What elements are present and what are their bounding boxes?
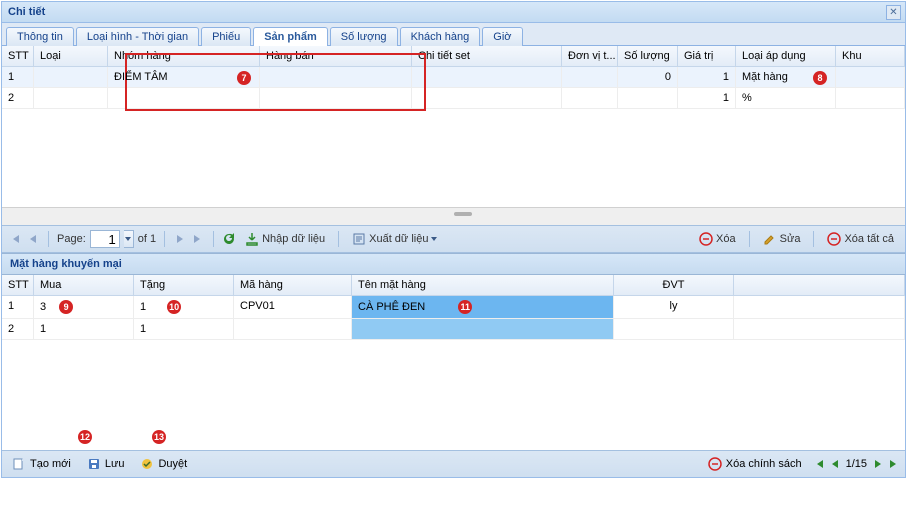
tab-khach-hang[interactable]: Khách hàng	[400, 27, 481, 46]
tab-thong-tin[interactable]: Thông tin	[6, 27, 74, 46]
delete-all-button[interactable]: Xóa tất cả	[822, 229, 899, 249]
table-row[interactable]: 2 1 %	[2, 88, 905, 109]
col2-dvt[interactable]: ĐVT	[614, 275, 734, 295]
col-don-vi[interactable]: Đơn vị t...	[562, 46, 618, 66]
pencil-icon	[763, 232, 777, 246]
col-so-luong[interactable]: Số lượng	[618, 46, 678, 66]
annotation-badge-8: 8	[813, 71, 827, 85]
col-loai-ap-dung[interactable]: Loại áp dụng	[736, 46, 836, 66]
col-stt[interactable]: STT	[2, 46, 34, 66]
grid1-header: STT Loại Nhóm hàng Hàng bán Chi tiết set…	[2, 46, 905, 67]
approve-icon	[140, 457, 154, 471]
titlebar: Chi tiết ✕	[2, 2, 905, 23]
of-label: of 1	[138, 233, 156, 245]
new-icon	[12, 457, 26, 471]
first-page-icon[interactable]	[8, 232, 22, 246]
tab-loai-hinh[interactable]: Loại hình - Thời gian	[76, 27, 199, 46]
prev-page-icon[interactable]	[26, 232, 40, 246]
annotation-badge-7: 7	[237, 71, 251, 85]
tab-so-luong[interactable]: Số lượng	[330, 27, 398, 46]
delete-icon	[699, 232, 713, 246]
grid2-header: STT Mua Tặng Mã hàng Tên mặt hàng ĐVT	[2, 275, 905, 296]
annotation-badge-9: 9	[59, 300, 73, 314]
col2-blank[interactable]	[734, 275, 905, 295]
toolbar: Page: of 1 Nhập dữ liệu Xuất dữ liệu Xóa…	[2, 225, 905, 253]
export-button[interactable]: Xuất dữ liệu	[347, 229, 442, 249]
window-title: Chi tiết	[8, 6, 45, 18]
close-icon[interactable]: ✕	[886, 5, 901, 20]
page-input[interactable]	[90, 230, 120, 248]
next-page-icon[interactable]	[173, 232, 187, 246]
nav-last-icon[interactable]	[889, 459, 899, 469]
record-counter: 1/15	[846, 458, 867, 470]
col-gia-tri[interactable]: Giá trị	[678, 46, 736, 66]
nav-prev-icon[interactable]	[830, 459, 840, 469]
page-label: Page:	[57, 233, 86, 245]
annotation-badge-10: 10	[167, 300, 181, 314]
col2-stt[interactable]: STT	[2, 275, 34, 295]
save-button[interactable]: Lưu	[83, 455, 129, 473]
annotation-badge-11: 11	[458, 300, 472, 314]
grid1-body: 1 ĐIỂM TÂM 7 0 1 Mặt hàng 8 2 1 %	[2, 67, 905, 207]
delete-policy-button[interactable]: Xóa chính sách	[704, 455, 806, 473]
col2-mua[interactable]: Mua	[34, 275, 134, 295]
save-icon	[87, 457, 101, 471]
tabstrip: Thông tin Loại hình - Thời gian Phiếu Sả…	[2, 23, 905, 46]
approve-button[interactable]: Duyệt	[136, 455, 191, 473]
grid2-body: 1 3 9 1 10 CPV01 CÀ PHÊ ĐEN 11 ly 2 1 1 …	[2, 296, 905, 450]
edit-button[interactable]: Sửa	[758, 229, 806, 249]
new-button[interactable]: Tạo mới	[8, 455, 75, 473]
annotation-badge-13: 13	[152, 430, 166, 444]
tab-gio[interactable]: Giờ	[482, 27, 522, 46]
horizontal-scrollbar[interactable]	[2, 207, 905, 225]
tab-san-pham[interactable]: Sản phẩm	[253, 27, 328, 46]
annotation-badge-12: 12	[78, 430, 92, 444]
tab-phieu[interactable]: Phiếu	[201, 27, 251, 46]
footer: Tạo mới Lưu Duyệt Xóa chính sách 1/15	[2, 450, 905, 477]
col-nhom-hang[interactable]: Nhóm hàng	[108, 46, 260, 66]
section-title: Mặt hàng khuyến mại	[2, 253, 905, 275]
import-icon	[245, 232, 259, 246]
detail-window: Chi tiết ✕ Thông tin Loại hình - Thời gi…	[1, 1, 906, 478]
table-row[interactable]: 2 1 1	[2, 319, 905, 340]
table-row[interactable]: 1 3 9 1 10 CPV01 CÀ PHÊ ĐEN 11 ly	[2, 296, 905, 319]
col2-ma-hang[interactable]: Mã hàng	[234, 275, 352, 295]
last-page-icon[interactable]	[191, 232, 205, 246]
col-hang-ban[interactable]: Hàng bán	[260, 46, 412, 66]
col-chi-tiet-set[interactable]: Chi tiết set	[412, 46, 562, 66]
chevron-down-icon	[431, 237, 437, 241]
nav-next-icon[interactable]	[873, 459, 883, 469]
col2-tang[interactable]: Tặng	[134, 275, 234, 295]
refresh-icon[interactable]	[222, 232, 236, 246]
delete-all-icon	[827, 232, 841, 246]
record-nav: 1/15	[814, 458, 899, 470]
col-loai[interactable]: Loại	[34, 46, 108, 66]
table-row[interactable]: 1 ĐIỂM TÂM 7 0 1 Mặt hàng 8	[2, 67, 905, 88]
col2-ten-mat-hang[interactable]: Tên mặt hàng	[352, 275, 614, 295]
delete-policy-icon	[708, 457, 722, 471]
export-icon	[352, 232, 366, 246]
col-khu[interactable]: Khu	[836, 46, 905, 66]
page-dropdown-icon[interactable]	[124, 230, 134, 248]
nav-first-icon[interactable]	[814, 459, 824, 469]
import-button[interactable]: Nhập dữ liệu	[240, 229, 330, 249]
delete-button[interactable]: Xóa	[694, 229, 741, 249]
